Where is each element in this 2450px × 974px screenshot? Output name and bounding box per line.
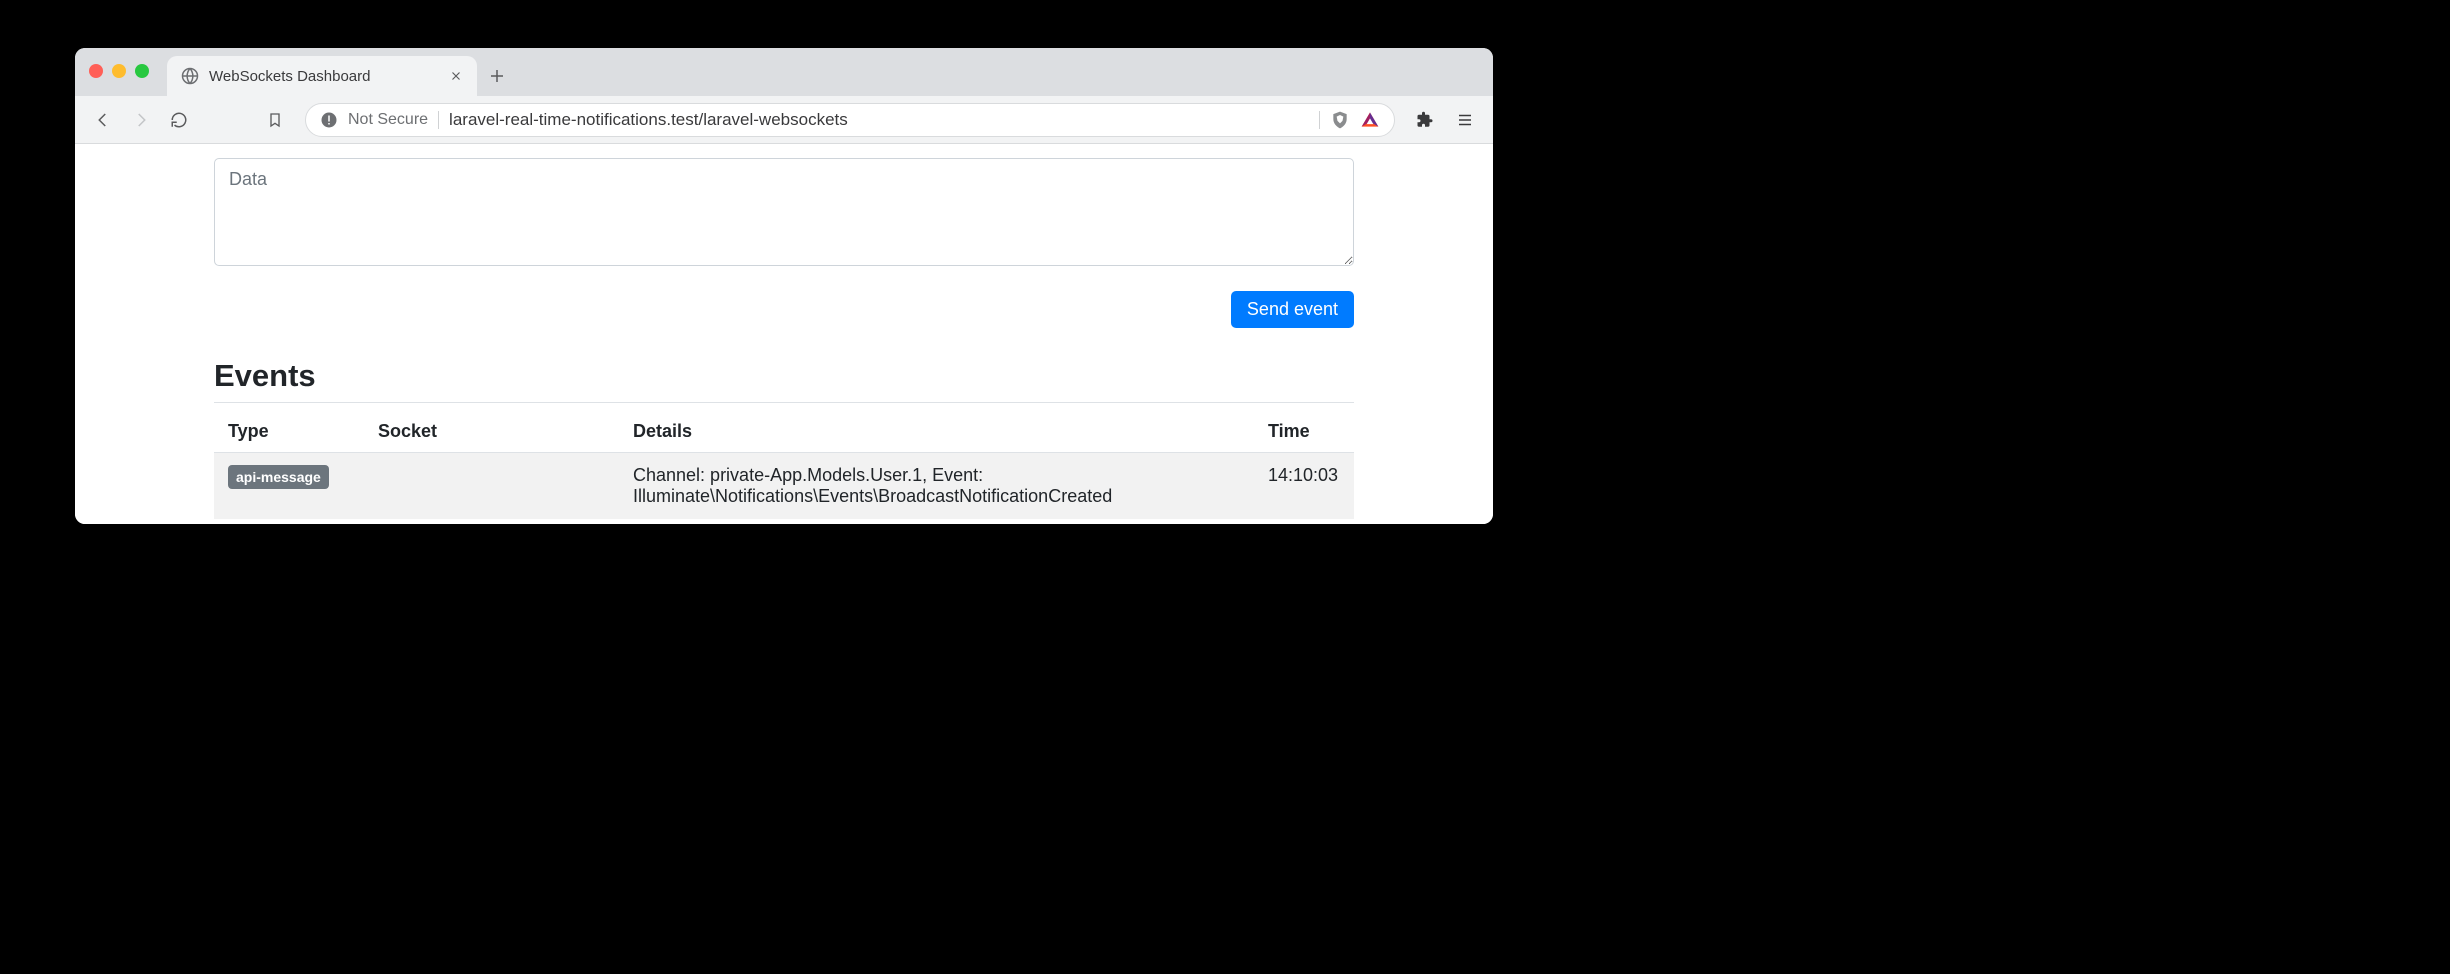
forward-button[interactable] <box>125 104 157 136</box>
table-row: api-message Channel: private-App.Models.… <box>214 453 1354 520</box>
type-badge: api-message <box>228 465 329 489</box>
col-header-details: Details <box>619 411 1254 453</box>
send-row: Send event <box>214 291 1354 328</box>
plus-icon <box>488 67 506 85</box>
brave-rewards-icon[interactable] <box>1360 110 1380 130</box>
window-controls <box>89 64 149 78</box>
send-event-button[interactable]: Send event <box>1231 291 1354 328</box>
data-textarea[interactable] <box>214 158 1354 266</box>
globe-icon <box>181 67 199 85</box>
close-tab-icon[interactable] <box>449 69 463 83</box>
bookmark-icon <box>267 111 283 129</box>
bookmark-button[interactable] <box>259 104 291 136</box>
table-header-row: Type Socket Details Time <box>214 411 1354 453</box>
separator <box>438 111 439 129</box>
minimize-window-button[interactable] <box>112 64 126 78</box>
events-table: Type Socket Details Time api-message Cha… <box>214 411 1354 519</box>
maximize-window-button[interactable] <box>135 64 149 78</box>
tab-bar: WebSockets Dashboard <box>75 48 1493 96</box>
menu-button[interactable] <box>1449 104 1481 136</box>
cell-time: 14:10:03 <box>1254 453 1354 520</box>
col-header-type: Type <box>214 411 364 453</box>
address-bar[interactable]: Not Secure laravel-real-time-notificatio… <box>305 103 1395 137</box>
events-heading: Events <box>214 358 1354 403</box>
back-icon <box>94 111 112 129</box>
cell-socket <box>364 453 619 520</box>
not-secure-label: Not Secure <box>348 111 428 129</box>
new-tab-button[interactable] <box>477 56 517 96</box>
browser-tab[interactable]: WebSockets Dashboard <box>167 56 477 96</box>
cell-details: Channel: private-App.Models.User.1, Even… <box>619 453 1254 520</box>
browser-toolbar: Not Secure laravel-real-time-notificatio… <box>75 96 1493 144</box>
col-header-socket: Socket <box>364 411 619 453</box>
url-text: laravel-real-time-notifications.test/lar… <box>449 110 1309 130</box>
reload-button[interactable] <box>163 104 195 136</box>
extensions-button[interactable] <box>1409 104 1441 136</box>
puzzle-icon <box>1416 111 1434 129</box>
cell-type: api-message <box>214 453 364 520</box>
col-header-time: Time <box>1254 411 1354 453</box>
tab-title: WebSockets Dashboard <box>209 68 439 85</box>
separator <box>1319 111 1320 129</box>
reload-icon <box>170 111 188 129</box>
page-content: Send event Events Type Socket Details Ti… <box>214 144 1354 519</box>
hamburger-icon <box>1456 111 1474 129</box>
browser-window: WebSockets Dashboard Not Secure laravel-… <box>75 48 1493 524</box>
close-window-button[interactable] <box>89 64 103 78</box>
page-viewport: Send event Events Type Socket Details Ti… <box>75 144 1493 524</box>
back-button[interactable] <box>87 104 119 136</box>
brave-shields-icon[interactable] <box>1330 110 1350 130</box>
not-secure-icon <box>320 111 338 129</box>
forward-icon <box>132 111 150 129</box>
